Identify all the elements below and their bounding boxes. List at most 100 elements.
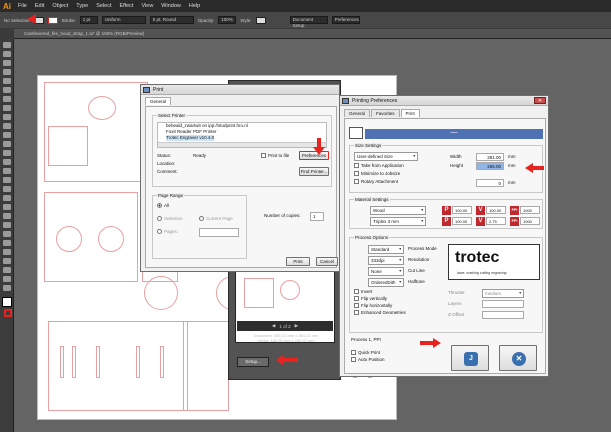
layers-input[interactable] [482,300,524,308]
hand-tool-icon[interactable] [3,276,11,282]
selection-tool-icon[interactable] [3,42,11,48]
range-current-radio[interactable]: Current Page [199,216,233,222]
eraser-tool-icon[interactable] [3,141,11,147]
column-graph-tool-icon[interactable] [3,249,11,255]
menu-edit[interactable]: Edit [35,3,44,9]
stroke-profile-select[interactable]: Uniform [101,16,146,24]
checkbox-icon[interactable] [354,303,359,309]
slice-tool-icon[interactable] [3,267,11,273]
printer-list[interactable]: beheald_zwartwit on ipp://studprint.hro.… [157,122,327,148]
enhanced-geometries-checkbox[interactable]: Enhanced Geometries [354,310,406,316]
line-tool-icon[interactable] [3,96,11,102]
lasso-tool-icon[interactable] [3,69,11,75]
tab-general[interactable]: General [344,109,371,117]
zoom-tool-icon[interactable] [3,285,11,291]
blend-tool-icon[interactable] [3,231,11,237]
cancel-button[interactable]: ✕ [499,345,537,371]
menu-file[interactable]: File [18,3,27,9]
checkbox-icon[interactable] [261,153,266,159]
velocity-value[interactable]: 2.75 [486,217,506,225]
shape-builder-tool-icon[interactable] [3,186,11,192]
radio-icon[interactable] [157,203,162,209]
magic-wand-tool-icon[interactable] [3,60,11,66]
opacity-field[interactable]: 100% [218,16,237,24]
flip-vertical-checkbox[interactable]: Flip vertically [354,296,387,302]
artboard-tool-icon[interactable] [3,258,11,264]
thruster-select[interactable]: medium [482,289,524,298]
menu-select[interactable]: Select [96,3,111,9]
fill-stroke-icon[interactable] [2,297,12,307]
rotary-input[interactable]: 0 [476,179,504,187]
size-select[interactable]: User-defined Size [354,152,418,161]
menu-help[interactable]: Help [189,3,200,9]
checkbox-icon[interactable] [354,289,359,295]
width-tool-icon[interactable] [3,168,11,174]
range-all-radio[interactable]: All [157,203,169,209]
radio-icon[interactable] [199,216,204,222]
free-transform-tool-icon[interactable] [3,177,11,183]
checkbox-icon[interactable] [354,171,359,177]
height-input[interactable]: 265.00 [476,162,504,170]
minimize-jobsize-checkbox[interactable]: Minimize to Jobsize [354,171,400,177]
width-input[interactable]: 281.00 [476,153,504,161]
checkbox-icon[interactable] [354,296,359,302]
printer-item-selected[interactable]: Trotec Engraver v10.4.0 [166,135,215,141]
tab-general[interactable]: General [145,97,172,105]
take-from-app-checkbox[interactable]: Take from Application [354,163,404,169]
menu-view[interactable]: View [141,3,153,9]
pages-input[interactable] [199,228,239,237]
stroke-color-icon[interactable] [4,309,12,317]
stroke-weight-field[interactable]: 1 pt [79,16,98,24]
copies-input[interactable]: 1 [310,212,324,221]
gradient-tool-icon[interactable] [3,213,11,219]
process-mode-select[interactable]: Standard [368,245,404,254]
paintbrush-tool-icon[interactable] [3,114,11,120]
ppi-value[interactable]: 1000 [520,206,540,214]
next-page-icon[interactable]: ▶ [295,323,298,329]
auto-position-checkbox[interactable]: Auto Position [351,357,385,363]
find-printer-button[interactable]: Find Printer... [299,167,329,176]
jc-send-button[interactable]: J [451,345,489,371]
radio-icon[interactable] [157,229,162,235]
invert-checkbox[interactable]: Invert [354,289,372,295]
rotary-checkbox[interactable]: Rotary Attachment [354,179,398,185]
checkbox-icon[interactable] [351,357,356,363]
setup-button[interactable]: Setup... [237,357,269,367]
tab-print[interactable]: Print [400,109,420,117]
mesh-tool-icon[interactable] [3,204,11,210]
cancel-button[interactable]: Cancel [316,257,338,266]
checkbox-icon[interactable] [354,179,359,185]
menu-window[interactable]: Window [161,3,181,9]
quick-print-checkbox[interactable]: Quick Print [351,350,380,356]
tab-favorites[interactable]: Favorites [371,109,400,117]
rotate-tool-icon[interactable] [3,150,11,156]
brush-select[interactable]: 5 pt. Round [149,16,194,24]
cut-line-select[interactable]: None [368,267,404,276]
rectangle-tool-icon[interactable] [3,105,11,111]
horizontal-scrollbar[interactable] [158,142,326,147]
checkbox-icon[interactable] [354,163,359,169]
menu-type[interactable]: Type [76,3,88,9]
style-swatch[interactable] [255,16,266,24]
stroke-swatch[interactable] [47,16,58,24]
blob-brush-tool-icon[interactable] [3,132,11,138]
material-sub-select[interactable]: Triplex 3 mm [370,217,426,226]
range-selection-radio[interactable]: Selection [157,216,183,222]
checkbox-icon[interactable] [354,310,359,316]
direct-selection-tool-icon[interactable] [3,51,11,57]
close-icon[interactable]: ✕ [534,97,546,104]
eyedropper-tool-icon[interactable] [3,222,11,228]
ppi-value[interactable]: 1000 [520,217,540,225]
menu-object[interactable]: Object [52,3,68,9]
prev-page-icon[interactable]: ◀ [272,323,275,329]
menu-effect[interactable]: Effect [120,3,134,9]
radio-icon[interactable] [157,216,162,222]
pen-tool-icon[interactable] [3,78,11,84]
symbol-sprayer-tool-icon[interactable] [3,240,11,246]
preferences-button[interactable]: Preferences [331,16,360,24]
velocity-value[interactable]: 100.00 [486,206,506,214]
page-navigator[interactable]: ◀ 1 of 2 ▶ [237,321,333,331]
document-tab[interactable]: Cantilevered_fire_hood_strap_1.ai* @ 100… [14,29,611,39]
power-value[interactable]: 100.00 [452,206,472,214]
resolution-select[interactable]: 333dpi [368,256,404,265]
